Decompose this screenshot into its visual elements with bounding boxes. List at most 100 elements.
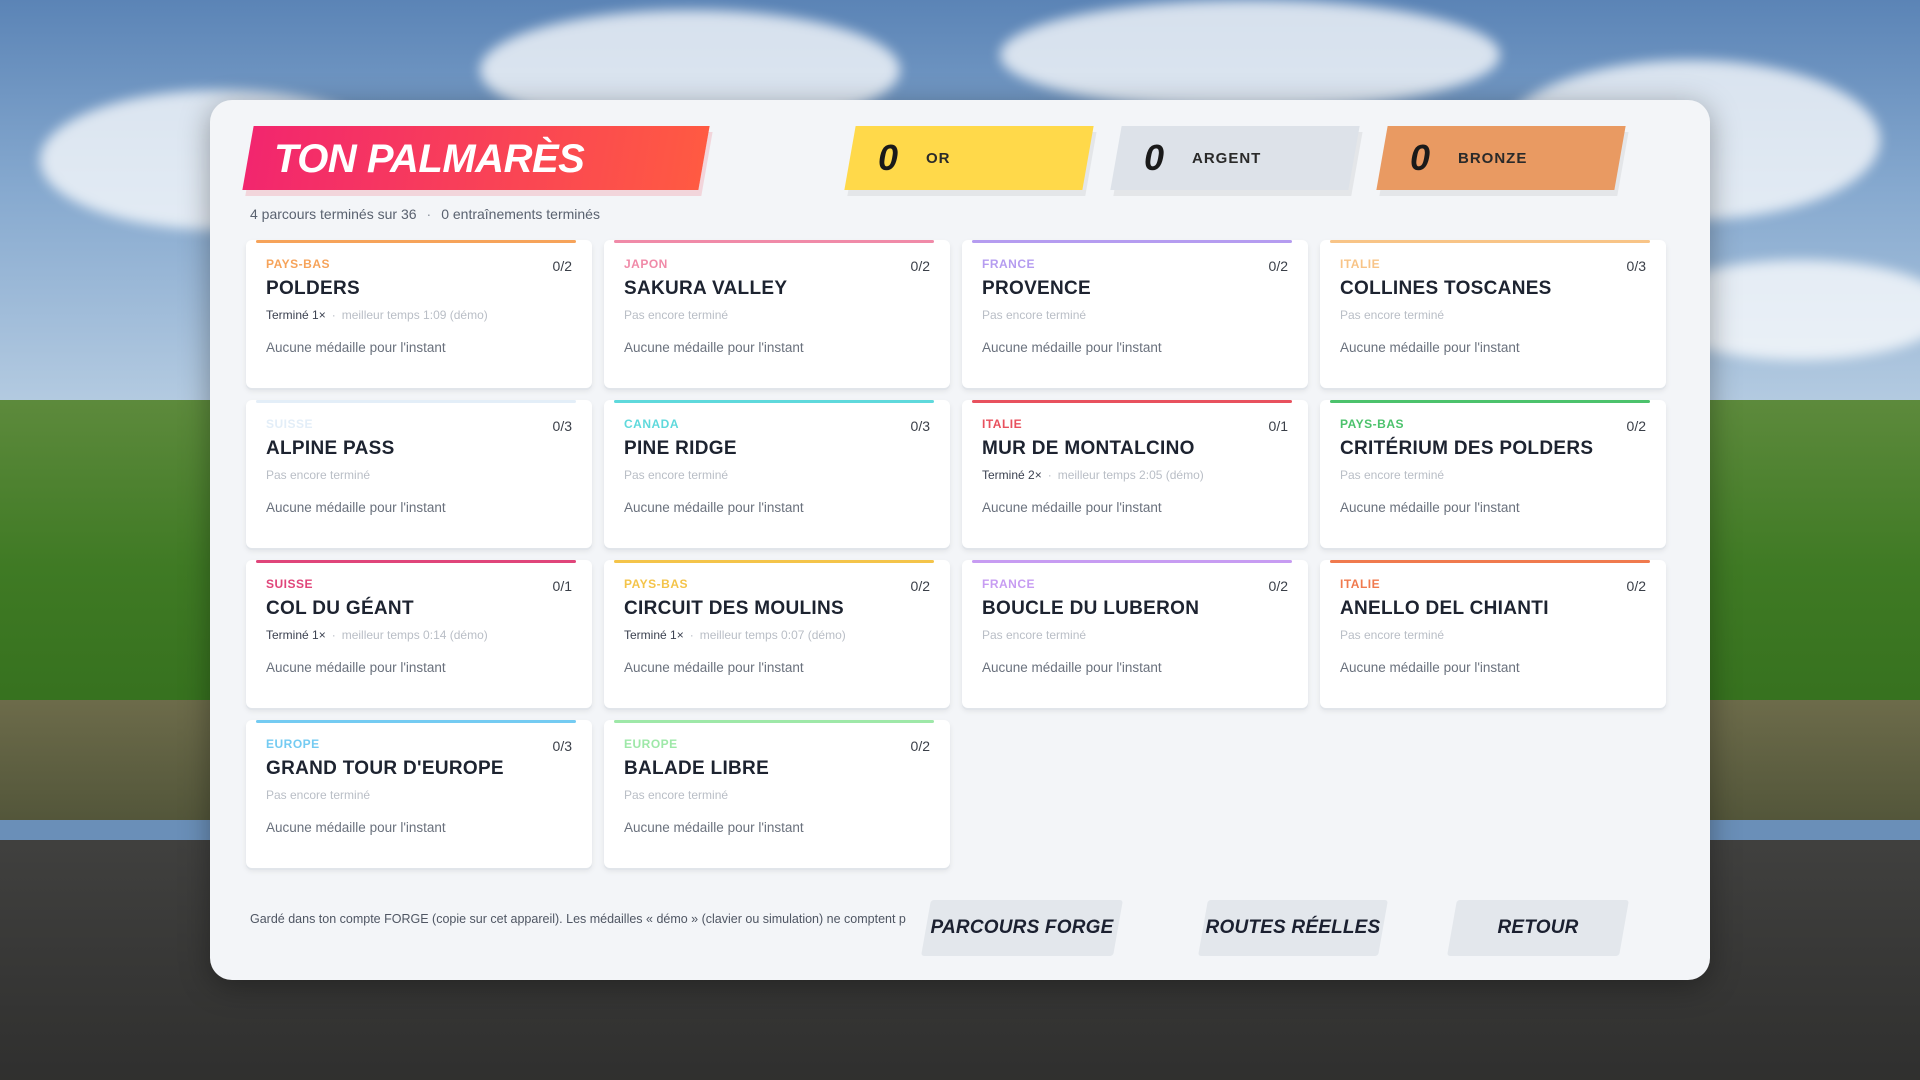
medal-label: BRONZE xyxy=(1458,149,1528,167)
medal-status: Aucune médaille pour l'instant xyxy=(982,500,1162,515)
course-name: ALPINE PASS xyxy=(266,438,395,459)
course-name: BALADE LIBRE xyxy=(624,758,770,779)
medal-progress: 0/3 xyxy=(910,418,930,434)
medal-progress: 0/2 xyxy=(1268,258,1288,274)
medal-status: Aucune médaille pour l'instant xyxy=(982,340,1162,355)
course-status: Terminé 1× · meilleur temps 0:07 (démo) xyxy=(624,628,930,642)
card-accent-bar xyxy=(614,240,934,243)
course-name: GRAND TOUR D'EUROPE xyxy=(266,758,504,779)
medal-progress: 0/1 xyxy=(1268,418,1288,434)
card-accent-bar xyxy=(256,400,576,403)
medal-progress: 0/3 xyxy=(1626,258,1646,274)
medal-label: OR xyxy=(926,149,951,167)
course-card[interactable]: JAPON 0/2 SAKURA VALLEY Pas encore terminé A… xyxy=(604,240,950,388)
course-name: COLLINES TOSCANES xyxy=(1340,278,1552,299)
medal-label: ARGENT xyxy=(1192,149,1262,167)
medal-status: Aucune médaille pour l'instant xyxy=(624,500,804,515)
course-status: Pas encore terminé xyxy=(982,628,1288,642)
course-status: Pas encore terminé xyxy=(266,468,572,482)
card-accent-bar xyxy=(972,560,1292,563)
button-label: PARCOURS FORGE xyxy=(930,917,1114,938)
card-accent-bar xyxy=(1330,560,1650,563)
medal-progress: 0/2 xyxy=(910,738,930,754)
separator-dot: · xyxy=(331,628,336,642)
course-status: Pas encore terminé xyxy=(624,308,930,322)
button-label: RETOUR xyxy=(1497,917,1579,938)
cloud xyxy=(1000,0,1500,110)
medal-status: Aucune médaille pour l'instant xyxy=(624,340,804,355)
medal-count: 0 xyxy=(877,137,899,178)
footer-note: Gardé dans ton compte FORGE (copie sur c… xyxy=(250,912,906,926)
course-card[interactable]: FRANCE 0/2 BOUCLE DU LUBERON Pas encore ter… xyxy=(962,560,1308,708)
card-accent-bar xyxy=(1330,400,1650,403)
best-time: meilleur temps 2:05 (démo) xyxy=(1057,468,1204,482)
course-status: Pas encore terminé xyxy=(624,788,930,802)
card-accent-bar xyxy=(1330,240,1650,243)
course-card[interactable]: PAYS-BAS 0/2 POLDERS Terminé 1× · meilleur te… xyxy=(246,240,592,388)
not-completed-text: Pas encore terminé xyxy=(266,468,371,482)
course-country: EUROPE xyxy=(624,737,678,751)
back-button[interactable]: RETOUR xyxy=(1447,900,1629,956)
not-completed-text: Pas encore terminé xyxy=(1340,628,1445,642)
course-card[interactable]: CANADA 0/3 PINE RIDGE Pas encore terminé Auc… xyxy=(604,400,950,548)
medal-status: Aucune médaille pour l'instant xyxy=(266,340,446,355)
medal-status: Aucune médaille pour l'instant xyxy=(1340,660,1520,675)
course-country: PAYS-BAS xyxy=(266,257,331,271)
course-status: Terminé 1× · meilleur temps 0:14 (démo) xyxy=(266,628,572,642)
medal-status: Aucune médaille pour l'instant xyxy=(624,660,804,675)
silver-medal-counter: 0 ARGENT xyxy=(1116,126,1354,190)
course-country: ITALIE xyxy=(1340,257,1381,271)
course-country: PAYS-BAS xyxy=(624,577,689,591)
progress-summary: 4 parcours terminés sur 36 · 0 entraînemen… xyxy=(250,206,600,222)
course-card[interactable]: FRANCE 0/2 PROVENCE Pas encore terminé Aucun… xyxy=(962,240,1308,388)
courses-summary: 4 parcours terminés sur 36 xyxy=(250,206,417,222)
card-accent-bar xyxy=(614,720,934,723)
bronze-medal-counter: 0 BRONZE xyxy=(1382,126,1620,190)
not-completed-text: Pas encore terminé xyxy=(624,308,729,322)
course-grid: PAYS-BAS 0/2 POLDERS Terminé 1× · meilleur te… xyxy=(246,240,1676,868)
medal-count: 0 xyxy=(1409,137,1431,178)
parcours-forge-button[interactable]: PARCOURS FORGE xyxy=(921,900,1123,956)
course-status: Terminé 2× · meilleur temps 2:05 (démo) xyxy=(982,468,1288,482)
course-card[interactable]: SUISSE 0/3 ALPINE PASS Pas encore terminé Au… xyxy=(246,400,592,548)
medal-status: Aucune médaille pour l'instant xyxy=(1340,340,1520,355)
course-status: Pas encore terminé xyxy=(982,308,1288,322)
course-card[interactable]: EUROPE 0/2 BALADE LIBRE Pas encore terminé A… xyxy=(604,720,950,868)
course-status: Pas encore terminé xyxy=(1340,628,1646,642)
course-country: CANADA xyxy=(624,417,679,431)
completion-count: Terminé 1× xyxy=(266,308,326,322)
card-accent-bar xyxy=(972,400,1292,403)
routes-reelles-button[interactable]: ROUTES RÉELLES xyxy=(1198,900,1388,956)
course-country: FRANCE xyxy=(982,257,1035,271)
card-accent-bar xyxy=(256,560,576,563)
course-name: SAKURA VALLEY xyxy=(624,278,788,299)
course-card[interactable]: PAYS-BAS 0/2 CIRCUIT DES MOULINS Terminé 1×… xyxy=(604,560,950,708)
training-summary: 0 entraînements terminés xyxy=(441,206,600,222)
course-name: CRITÉRIUM DES POLDERS xyxy=(1340,438,1594,459)
not-completed-text: Pas encore terminé xyxy=(982,308,1087,322)
medal-status: Aucune médaille pour l'instant xyxy=(266,660,446,675)
completion-count: Terminé 1× xyxy=(624,628,684,642)
course-card[interactable]: ITALIE 0/3 COLLINES TOSCANES Pas encore ter… xyxy=(1320,240,1666,388)
best-time: meilleur temps 0:14 (démo) xyxy=(341,628,488,642)
medal-progress: 0/3 xyxy=(552,418,572,434)
best-time: meilleur temps 1:09 (démo) xyxy=(341,308,488,322)
separator-dot: · xyxy=(1047,468,1052,482)
course-card[interactable]: SUISSE 0/1 COL DU GÉANT Terminé 1× · meilleur… xyxy=(246,560,592,708)
course-card[interactable]: ITALIE 0/2 ANELLO DEL CHIANTI Pas encore te… xyxy=(1320,560,1666,708)
medal-progress: 0/2 xyxy=(1268,578,1288,594)
course-card[interactable]: EUROPE 0/3 GRAND TOUR D'EUROPE Pas encore t… xyxy=(246,720,592,868)
course-card[interactable]: ITALIE 0/1 MUR DE MONTALCINO Terminé 2× · mei… xyxy=(962,400,1308,548)
page-title: TON PALMARÈS xyxy=(274,137,585,181)
medal-progress: 0/2 xyxy=(910,578,930,594)
medal-status: Aucune médaille pour l'instant xyxy=(266,820,446,835)
medal-progress: 0/2 xyxy=(552,258,572,274)
not-completed-text: Pas encore terminé xyxy=(266,788,371,802)
course-card[interactable]: PAYS-BAS 0/2 CRITÉRIUM DES POLDERS Pas enco… xyxy=(1320,400,1666,548)
separator-dot: · xyxy=(331,308,336,322)
course-country: FRANCE xyxy=(982,577,1035,591)
separator-dot: · xyxy=(426,206,432,222)
not-completed-text: Pas encore terminé xyxy=(982,628,1087,642)
card-accent-bar xyxy=(614,560,934,563)
medal-progress: 0/2 xyxy=(1626,578,1646,594)
